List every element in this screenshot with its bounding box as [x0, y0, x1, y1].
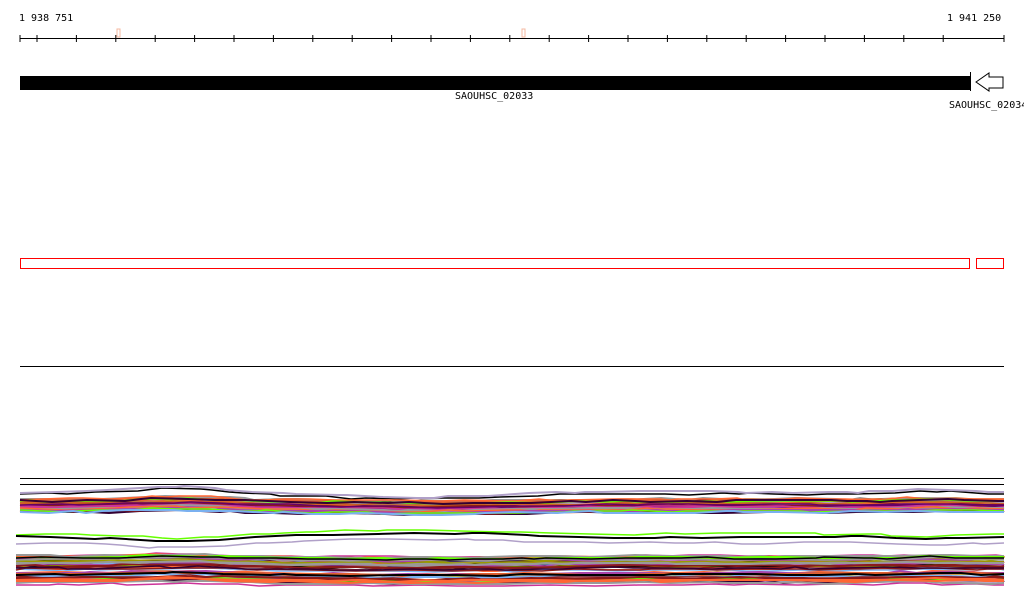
- feature-box[interactable]: [976, 258, 1004, 269]
- ruler-end-label: 1 941 250: [947, 13, 1002, 24]
- feature-box[interactable]: [20, 258, 970, 269]
- ruler-start-label: 1 938 751: [19, 13, 74, 24]
- gene-label[interactable]: SAOUHSC_02034: [949, 100, 1024, 112]
- position-marker: [116, 28, 121, 38]
- gene-bar-forward[interactable]: [20, 76, 970, 90]
- position-marker: [521, 28, 526, 38]
- gene-label[interactable]: SAOUHSC_02033: [455, 91, 533, 103]
- coverage-traces: [15, 484, 1005, 587]
- ruler: [19, 35, 1005, 42]
- gene-arrow-reverse[interactable]: [975, 72, 1004, 92]
